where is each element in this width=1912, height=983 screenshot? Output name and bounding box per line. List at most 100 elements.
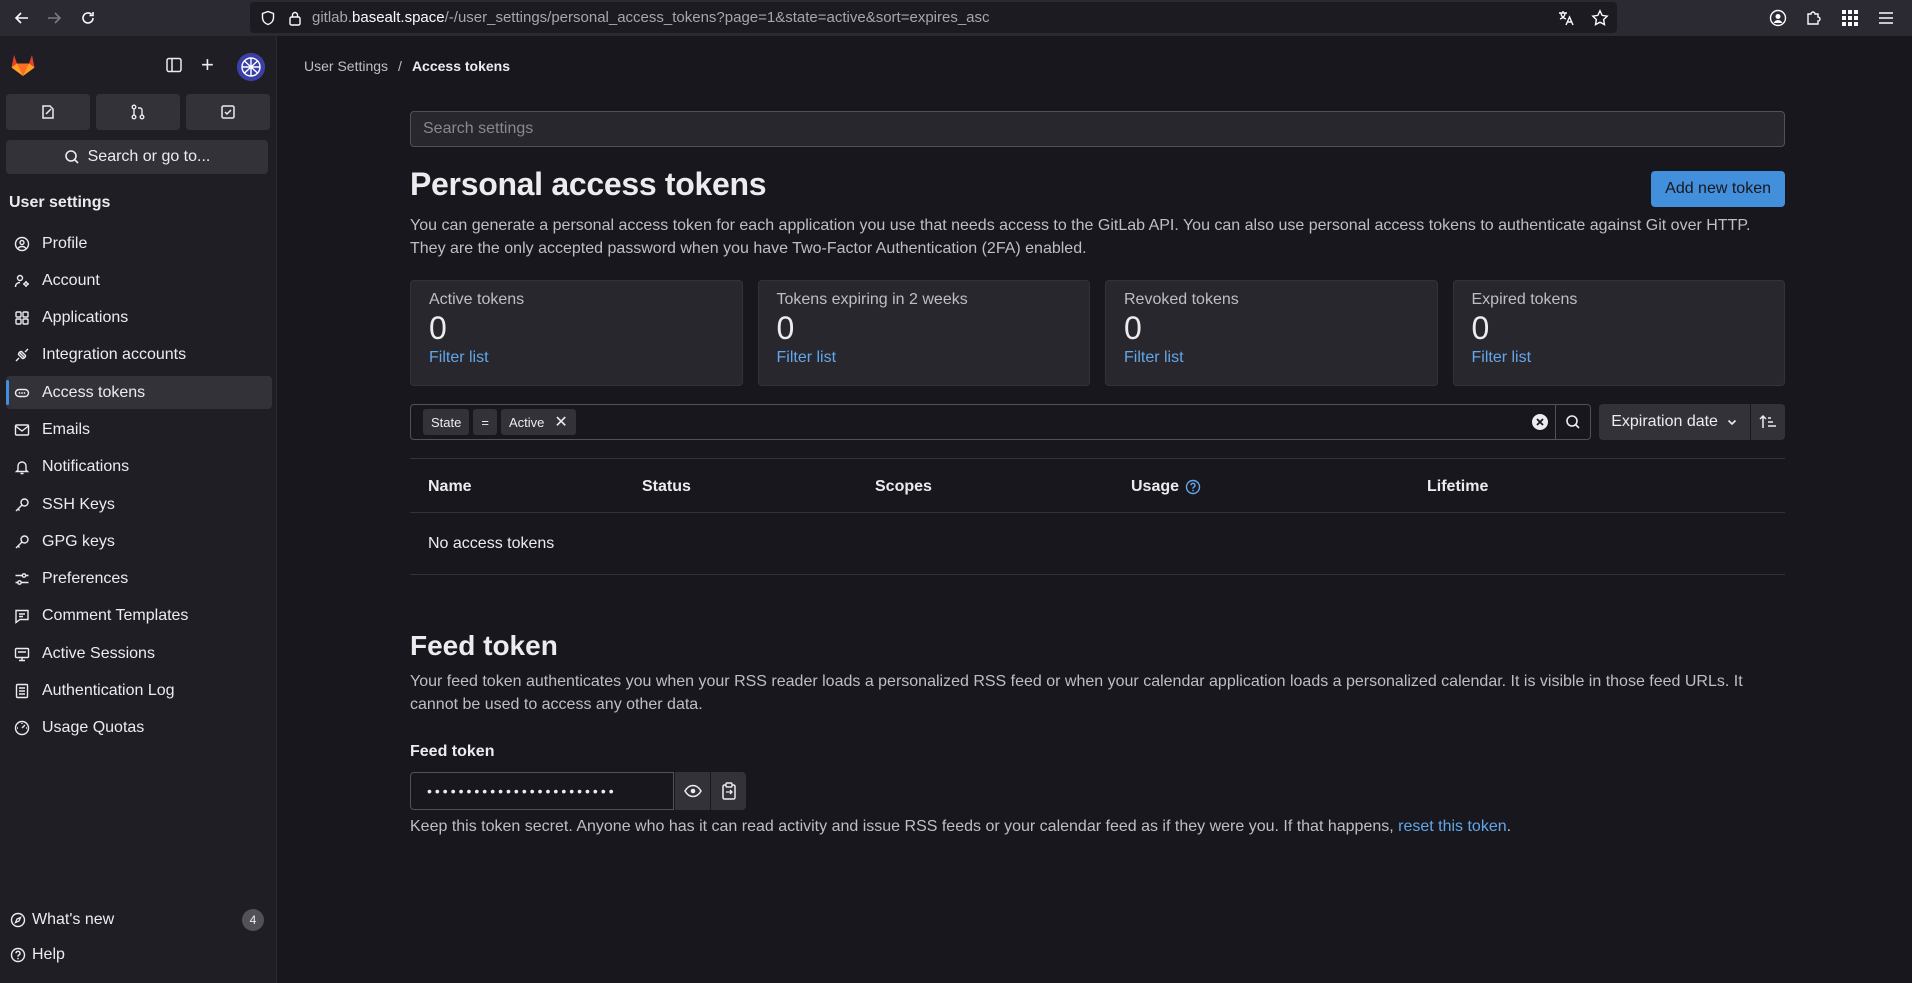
filter-list-link[interactable]: Filter list: [1472, 349, 1767, 367]
extensions-button[interactable]: [1796, 0, 1832, 36]
column-header-scopes[interactable]: Scopes: [875, 478, 932, 496]
access-tokens-table: Name Status Scopes Usage Lifetime No acc…: [410, 458, 1785, 575]
filter-list-link[interactable]: Filter list: [1124, 349, 1419, 367]
feed-token-help: Keep this token secret. Anyone who has i…: [410, 818, 1511, 836]
table-empty-row: No access tokens: [410, 513, 1785, 575]
clear-filter-button[interactable]: [1531, 413, 1549, 436]
empty-state-text: No access tokens: [428, 534, 555, 552]
compass-icon: [10, 912, 26, 928]
filter-search-input[interactable]: State = Active ✕: [410, 404, 1557, 440]
url-text[interactable]: gitlab.basealt.space/-/user_settings/per…: [312, 9, 990, 26]
chevron-down-icon: [1727, 419, 1737, 426]
filter-token-value[interactable]: Active ✕: [500, 409, 576, 435]
stat-card-expired: Expired tokens 0 Filter list: [1452, 280, 1785, 386]
bell-icon: [14, 461, 30, 475]
breadcrumb-parent-link[interactable]: User Settings: [304, 58, 388, 74]
sidebar-item-label: Access tokens: [42, 383, 146, 401]
sidebar-item-ssh-keys[interactable]: SSH Keys: [6, 488, 272, 521]
column-header-lifetime[interactable]: Lifetime: [1427, 478, 1488, 496]
help-label: Help: [32, 946, 65, 963]
column-header-name[interactable]: Name: [428, 478, 472, 496]
help-icon[interactable]: [1185, 479, 1201, 495]
whats-new-button[interactable]: What's new 4: [10, 909, 268, 931]
sidebar-item-integration-accounts[interactable]: Integration accounts: [6, 339, 272, 372]
sidebar-item-comment-templates[interactable]: Comment Templates: [6, 600, 272, 633]
sidebar-item-account[interactable]: Account: [6, 264, 272, 297]
sidebar-item-authentication-log[interactable]: Authentication Log: [6, 675, 272, 708]
account-button[interactable]: [1760, 0, 1796, 36]
todo-list-button[interactable]: [186, 94, 270, 130]
copy-token-button[interactable]: [710, 772, 746, 810]
column-header-status[interactable]: Status: [642, 478, 691, 496]
reset-token-link[interactable]: reset this token: [1398, 818, 1507, 835]
search-settings-input[interactable]: Search settings: [410, 111, 1785, 147]
search-go-to-button[interactable]: Search or go to...: [6, 140, 268, 174]
sidebar-item-preferences[interactable]: Preferences: [6, 563, 272, 596]
back-button[interactable]: [4, 0, 40, 36]
filter-submit-button[interactable]: [1556, 404, 1592, 440]
bookmark-star-icon[interactable]: [1591, 8, 1609, 27]
sidebar-item-emails[interactable]: Emails: [6, 413, 272, 446]
search-go-to-label: Search or go to...: [87, 148, 211, 165]
page-description: You can generate a personal access token…: [410, 217, 1751, 257]
token-icon: [14, 388, 30, 397]
sidebar-toggle-button[interactable]: [165, 56, 183, 79]
breadcrumb-current[interactable]: Access tokens: [412, 58, 510, 74]
lock-icon[interactable]: [288, 10, 302, 26]
main-content: User Settings / Access tokens Search setti…: [278, 36, 1912, 983]
stat-value: 0: [1124, 310, 1142, 346]
translate-icon[interactable]: [1557, 9, 1575, 27]
column-header-usage-wrap: Usage: [1131, 478, 1201, 496]
sidebar-item-access-tokens[interactable]: Access tokens: [6, 376, 272, 410]
sidebar-item-label: Active Sessions: [42, 644, 155, 662]
merge-requests-button[interactable]: [96, 94, 180, 130]
filter-list-link[interactable]: Filter list: [777, 349, 1072, 367]
create-new-button[interactable]: +: [201, 54, 214, 76]
breadcrumb: User Settings / Access tokens: [304, 58, 510, 74]
sidebar-item-gpg-keys[interactable]: GPG keys: [6, 525, 272, 558]
url-bar[interactable]: gitlab.basealt.space/-/user_settings/per…: [250, 2, 1617, 33]
whats-new-label: What's new: [32, 911, 115, 928]
sidebar-item-usage-quotas[interactable]: Usage Quotas: [6, 712, 272, 745]
sidebar-nav: Profile Account Applications Integration…: [6, 227, 272, 749]
feed-token-input[interactable]: ••••••••••••••••••••••••: [410, 772, 674, 810]
arrow-right-icon: [48, 12, 62, 24]
stat-value: 0: [1471, 310, 1490, 346]
filter-list-link[interactable]: Filter list: [429, 349, 724, 367]
add-new-token-button[interactable]: Add new token: [1651, 171, 1785, 207]
stat-card-expiring: Tokens expiring in 2 weeks 0 Filter list: [757, 280, 1090, 386]
sidebar-icon: [166, 57, 182, 73]
shield-icon[interactable]: [260, 10, 276, 26]
menu-button[interactable]: [1868, 0, 1904, 36]
forward-button[interactable]: [36, 0, 72, 36]
reveal-token-button[interactable]: [674, 772, 710, 810]
mail-icon: [14, 424, 30, 436]
reload-button[interactable]: [70, 0, 106, 36]
filter-token-operator[interactable]: =: [473, 409, 497, 435]
sidebar-item-notifications[interactable]: Notifications: [6, 451, 272, 484]
stat-label: Expired tokens: [1471, 291, 1578, 308]
column-header-usage[interactable]: Usage: [1131, 478, 1179, 496]
user-avatar[interactable]: [237, 53, 265, 81]
feed-token-help-end: .: [1506, 818, 1512, 835]
gitlab-logo[interactable]: [10, 52, 36, 83]
filter-token-value-label: Active: [508, 414, 545, 430]
help-button[interactable]: Help: [10, 946, 268, 964]
filter-token-key[interactable]: State: [423, 409, 470, 435]
stat-value: 0: [776, 310, 795, 346]
sidebar-item-label: SSH Keys: [42, 495, 115, 513]
assigned-issues-button[interactable]: [6, 94, 90, 130]
key-icon: [15, 497, 29, 512]
page-title: Personal access tokens: [410, 166, 767, 202]
sort-dropdown[interactable]: Expiration date: [1599, 404, 1750, 440]
sort-direction-button[interactable]: [1749, 404, 1786, 440]
sort-label: Expiration date: [1611, 413, 1718, 430]
sidebar-item-applications[interactable]: Applications: [6, 302, 272, 335]
sidebar-item-profile[interactable]: Profile: [6, 227, 272, 260]
apps-grid-button[interactable]: [1832, 0, 1868, 36]
sidebar-item-active-sessions[interactable]: Active Sessions: [6, 637, 272, 670]
profile-icon: [14, 236, 30, 251]
log-icon: [15, 683, 29, 699]
grid-icon: [1842, 10, 1858, 26]
remove-token-icon[interactable]: ✕: [554, 412, 567, 432]
